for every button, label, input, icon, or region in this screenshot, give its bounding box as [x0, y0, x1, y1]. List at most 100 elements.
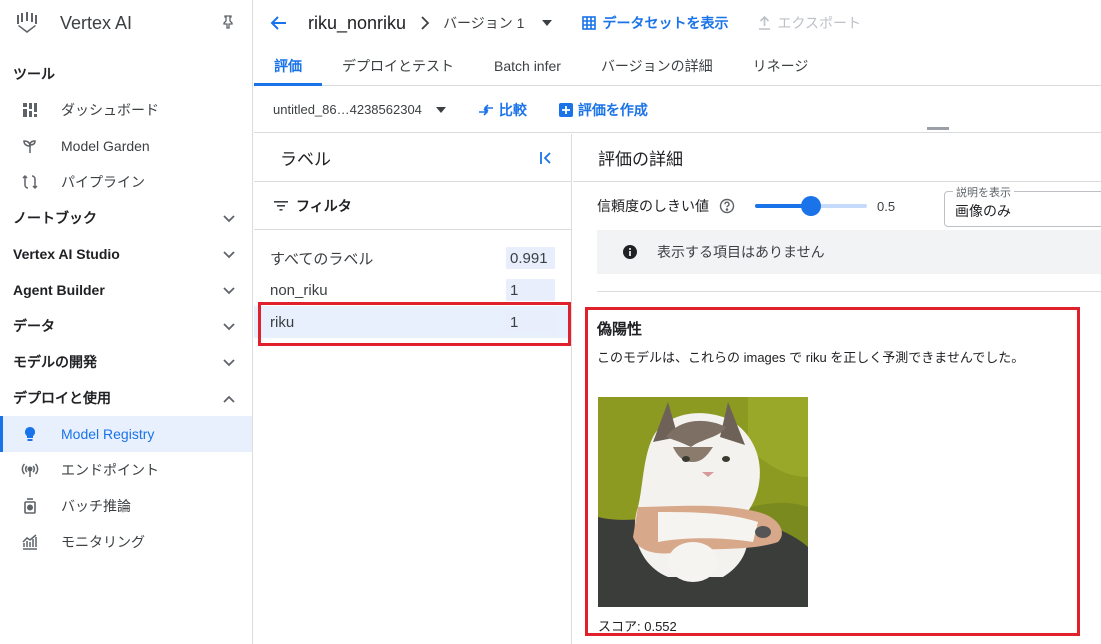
breadcrumb-model-name[interactable]: riku_nonriku: [308, 13, 406, 34]
export-label: エクスポート: [777, 15, 862, 31]
details-panel-header: 評価の詳細: [573, 134, 1101, 182]
show-dataset-button[interactable]: データセットを表示: [582, 13, 728, 33]
app-title: Vertex AI: [60, 12, 133, 33]
section-tools-label: ツール: [13, 66, 55, 82]
export-button[interactable]: エクスポート: [758, 13, 861, 33]
broadcast-icon: [20, 462, 40, 478]
labels-panel-title: ラベル: [280, 150, 331, 169]
divider: [597, 291, 1101, 292]
dropdown-arrow-icon: [435, 106, 446, 113]
details-panel-title: 評価の詳細: [598, 150, 683, 169]
sidebar-item-monitoring[interactable]: モニタリング: [0, 524, 252, 560]
create-evaluation-label: 評価を作成: [577, 101, 648, 118]
sidebar-item-endpoints[interactable]: エンドポイント: [0, 452, 252, 488]
section-label: データ: [13, 318, 55, 334]
resize-handle[interactable]: [927, 127, 949, 130]
section-vertex-ai-studio[interactable]: Vertex AI Studio: [0, 236, 252, 272]
sidebar-item-batch-predictions[interactable]: バッチ推論: [0, 488, 252, 524]
add-box-icon: [558, 102, 573, 117]
compare-button[interactable]: 比較: [478, 100, 527, 120]
section-deploy-and-use[interactable]: デプロイと使用: [0, 380, 252, 416]
brand: Vertex AI: [0, 0, 252, 46]
monitoring-icon: [20, 534, 40, 550]
info-icon: [623, 245, 637, 259]
false-positive-description: このモデルは、これらの images で riku を正しく予測できませんでした…: [597, 350, 1025, 365]
evaluation-select[interactable]: untitled_86…4238562304: [273, 102, 446, 117]
evaluation-select-value: untitled_86…4238562304: [273, 102, 422, 117]
false-positive-title: 偽陽性: [597, 321, 643, 338]
filter-label: フィルタ: [296, 197, 352, 214]
tab-version-details[interactable]: バージョンの詳細: [581, 46, 733, 85]
explanation-display-value: 画像のみ: [955, 203, 1011, 219]
tab-evaluate[interactable]: 評価: [254, 46, 322, 86]
threshold-slider[interactable]: [755, 196, 867, 216]
tab-bar: 評価 デプロイとテスト Batch infer バージョンの詳細 リネージ: [254, 46, 1101, 86]
label-name: すべてのラベル: [270, 250, 374, 268]
threshold-value: 0.5: [877, 198, 896, 214]
tab-deploy-and-test[interactable]: デプロイとテスト: [322, 46, 474, 85]
chevron-down-icon: [223, 318, 235, 334]
sidebar-item-model-registry[interactable]: Model Registry: [0, 416, 252, 452]
vertex-ai-logo-icon: [14, 10, 40, 36]
sidebar-item-label: エンドポイント: [61, 462, 159, 478]
sidebar-item-label: Model Garden: [61, 138, 150, 154]
sprout-icon: [20, 138, 40, 154]
pin-icon[interactable]: [220, 14, 236, 33]
false-positive-cat-image[interactable]: [598, 397, 808, 607]
dashboard-icon: [20, 102, 40, 118]
threshold-label: 信頼度のしきい値: [597, 198, 709, 214]
collapse-left-icon[interactable]: [539, 151, 553, 165]
chevron-right-icon: [420, 16, 430, 30]
no-items-message: 表示する項目はありません: [597, 230, 1101, 274]
chevron-down-icon: [223, 210, 235, 226]
pipeline-icon: [20, 174, 40, 190]
sidebar-item-label: ダッシュボード: [61, 102, 159, 118]
section-label: デプロイと使用: [13, 390, 111, 406]
page-header: riku_nonriku バージョン 1 データセットを表示 エクスポート: [254, 0, 1101, 46]
tab-lineage[interactable]: リネージ: [733, 46, 829, 85]
label-value: 1: [506, 279, 555, 301]
sidebar-item-label: モニタリング: [61, 534, 145, 550]
sidebar-item-dashboard[interactable]: ダッシュボード: [0, 92, 252, 128]
label-name: non_riku: [270, 281, 328, 299]
sidebar-item-pipelines[interactable]: パイプライン: [0, 164, 252, 200]
chevron-up-icon: [223, 390, 235, 406]
section-notebooks[interactable]: ノートブック: [0, 200, 252, 236]
filter-button[interactable]: フィルタ: [254, 182, 571, 230]
section-label: ノートブック: [13, 210, 97, 226]
evaluation-toolbar: untitled_86…4238562304 比較 評価を作成: [254, 87, 1101, 133]
section-tools: ツール: [0, 56, 252, 92]
labels-panel-header: ラベル: [254, 134, 571, 182]
batch-icon: [20, 497, 40, 515]
confidence-threshold-row: 信頼度のしきい値 0.5 説明を表示 画像のみ: [573, 182, 1101, 230]
chevron-down-icon: [223, 282, 235, 298]
section-label: Vertex AI Studio: [13, 246, 120, 262]
chevron-down-icon: [223, 354, 235, 370]
section-data[interactable]: データ: [0, 308, 252, 344]
compare-arrows-icon: [478, 103, 493, 116]
chevron-down-icon: [223, 246, 235, 262]
sidebar-item-model-garden[interactable]: Model Garden: [0, 128, 252, 164]
sidebar: Vertex AI ツール ダッシュボード Model Garden パイプライ…: [0, 0, 253, 644]
sidebar-item-label: バッチ推論: [61, 498, 131, 514]
section-model-development[interactable]: モデルの開発: [0, 344, 252, 380]
explanation-display-select[interactable]: 説明を表示 画像のみ: [944, 184, 1101, 227]
section-agent-builder[interactable]: Agent Builder: [0, 272, 252, 308]
create-evaluation-button[interactable]: 評価を作成: [558, 100, 648, 120]
version-label[interactable]: バージョン 1: [443, 13, 524, 33]
highlight-box-riku-row: [258, 302, 571, 346]
sidebar-item-label: Model Registry: [61, 426, 155, 442]
back-arrow-icon[interactable]: [270, 14, 288, 32]
section-label: モデルの開発: [13, 354, 97, 370]
dataset-icon: [582, 16, 597, 30]
sidebar-item-label: パイプライン: [61, 174, 145, 190]
help-icon[interactable]: [719, 198, 735, 214]
labels-panel: ラベル フィルタ すべてのラベル 0.991 non_riku 1 riku 1: [254, 134, 572, 644]
threshold-slider-knob[interactable]: [801, 196, 821, 216]
label-row-all[interactable]: すべてのラベル 0.991: [254, 242, 571, 274]
dropdown-arrow-icon[interactable]: [542, 20, 553, 26]
compare-label: 比較: [498, 101, 527, 118]
explanation-display-legend: 説明を表示: [953, 184, 1014, 200]
tab-batch-infer[interactable]: Batch infer: [474, 46, 581, 85]
show-dataset-label: データセットを表示: [602, 15, 729, 31]
